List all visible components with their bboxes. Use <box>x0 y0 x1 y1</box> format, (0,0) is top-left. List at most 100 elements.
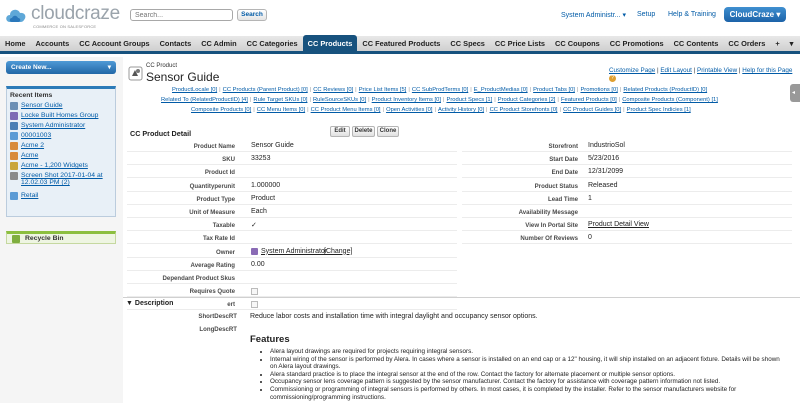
recycle-bin-link[interactable]: Recycle Bin <box>6 231 116 244</box>
description-section-header[interactable]: ▼ Description <box>123 297 800 308</box>
field-label: Quantityperunit <box>189 182 235 190</box>
related-list-link[interactable]: ProductLocale [0] <box>172 87 217 93</box>
recent-item[interactable]: Locke Built Homes Group <box>7 111 115 121</box>
related-list-link[interactable]: Product Categories [2] <box>498 97 556 103</box>
separator: | <box>249 97 252 103</box>
related-list-link[interactable]: Open Activities [0] <box>386 107 432 113</box>
clone-button[interactable]: Clone <box>377 126 399 137</box>
detail-field-requires-quote: Requires Quote <box>127 285 457 298</box>
help-training-link[interactable]: Help & Training <box>668 11 716 18</box>
create-new-button[interactable]: Create New... ▾ <box>6 61 116 74</box>
recent-item[interactable]: 00001003 <box>7 131 115 141</box>
related-list-link[interactable]: CC Product Storefronts [0] <box>490 107 558 113</box>
tab-cc-products[interactable]: CC Products <box>302 34 358 53</box>
related-list-link[interactable]: CC Products (Parent Product) [0] <box>223 87 308 93</box>
user-menu[interactable]: System Administr... ▾ <box>561 11 626 19</box>
related-list-link[interactable]: CC Reviews [0] <box>313 87 353 93</box>
related-list-link[interactable]: Rule Target SKUs [0] <box>253 97 307 103</box>
related-list-link[interactable]: Related To (RelatedProductID) [4] <box>161 97 248 103</box>
related-list-link[interactable]: CC Menu Items [0] <box>257 107 305 113</box>
separator: | <box>486 107 488 113</box>
separator: | <box>619 87 622 93</box>
related-list-link[interactable]: Activity History [0] <box>438 107 484 113</box>
app-switcher-button[interactable]: CloudCraze ▾ <box>724 7 786 22</box>
detail-field-product-id: Product Id <box>127 166 457 179</box>
separator: | <box>470 87 472 93</box>
tab-accounts[interactable]: Accounts <box>31 35 75 53</box>
tab-cc-contents[interactable]: CC Contents <box>669 35 724 53</box>
printable-view-link[interactable]: Printable View <box>697 67 737 74</box>
related-list-link[interactable]: CC Product Guides [0] <box>563 107 621 113</box>
separator: | <box>494 97 496 103</box>
related-list-link[interactable]: CC SubProdTerms [0] <box>412 87 468 93</box>
customize-page-link[interactable]: Customize Page <box>609 67 655 74</box>
related-list-link[interactable]: Product Specs [1] <box>446 97 492 103</box>
recent-item[interactable]: Retail <box>7 191 115 201</box>
related-list-link[interactable]: Promotions [0] <box>580 87 617 93</box>
tab-cc-coupons[interactable]: CC Coupons <box>550 35 605 53</box>
recent-item[interactable]: Acme 2 <box>7 141 115 151</box>
sidebar-toggle-handle[interactable]: ◂ <box>790 84 800 102</box>
recent-item-label: Retail <box>21 192 39 199</box>
tab-home[interactable]: Home <box>0 35 31 53</box>
separator: | <box>253 107 255 113</box>
setup-link[interactable]: Setup <box>637 11 655 18</box>
recent-item[interactable]: Acme - 1,200 Widgets <box>7 161 115 171</box>
help-page-link[interactable]: Help for this Page <box>742 67 792 74</box>
search-button[interactable]: Search <box>237 9 267 21</box>
recycle-bin-icon <box>12 235 20 243</box>
help-icon[interactable]: ? <box>609 75 616 82</box>
portal-view-link[interactable]: Product Detail View <box>588 221 649 228</box>
related-list-link[interactable]: Composite Products (Component) [1] <box>622 97 718 103</box>
tab-cc-featured-products[interactable]: CC Featured Products <box>357 35 445 53</box>
field-label: Storefront <box>548 143 578 150</box>
detail-field-start-date: Start Date 5/23/2016 <box>462 153 792 166</box>
tab-cc-categories[interactable]: CC Categories <box>242 35 303 53</box>
field-label: Product Name <box>193 143 235 150</box>
edit-layout-link[interactable]: Edit Layout <box>660 67 692 74</box>
separator: | <box>529 87 532 93</box>
field-value: Each <box>251 208 267 215</box>
detail-field-view-in-portal-site: View In Portal Site Product Detail View <box>462 219 792 232</box>
related-list-link[interactable]: CC Product Menu Items [0] <box>311 107 381 113</box>
related-list-link[interactable]: Price List Items [5] <box>359 87 407 93</box>
recent-item[interactable]: Acme <box>7 151 115 161</box>
logo-tagline: COMMERCE ON SALESFORCE <box>33 24 97 29</box>
detail-field-number-of-reviews: Number Of Reviews 0 <box>462 232 792 245</box>
tab-add[interactable]: + <box>770 35 784 53</box>
related-list-link[interactable]: Composite Products [0] <box>191 107 251 113</box>
delete-button[interactable]: Delete <box>352 126 375 137</box>
recent-item[interactable]: Sensor Guide <box>7 101 115 111</box>
related-list-link[interactable]: Featured Products [0] <box>561 97 617 103</box>
logo-wordmark: cloudcraze <box>31 3 120 24</box>
field-value: 0 <box>588 234 592 242</box>
detail-field-owner: Owner System Administrator [Change] <box>127 246 457 258</box>
short-desc-label: ShortDescRT <box>198 313 237 320</box>
related-list-link[interactable]: Related Products (ProductID) [0] <box>623 87 707 93</box>
recent-item[interactable]: Screen Shot 2017-01-04 at 12.02.03 PM (2… <box>7 171 115 191</box>
cloudcraze-logo[interactable]: cloudcraze COMMERCE ON SALESFORCE <box>4 4 120 29</box>
tab-more[interactable]: ▾ <box>785 35 799 53</box>
edit-button[interactable]: Edit <box>330 126 350 137</box>
related-list-link[interactable]: Product Spec Indicies [1] <box>627 107 691 113</box>
tab-cc-account-groups[interactable]: CC Account Groups <box>74 35 154 53</box>
separator: | <box>559 107 562 113</box>
tab-cc-price-lists[interactable]: CC Price Lists <box>490 35 550 53</box>
feature-item: Internal wiring of the sensor is perform… <box>270 356 782 371</box>
recent-item[interactable]: System Administrator <box>7 121 115 131</box>
record-type-icon <box>10 102 18 110</box>
field-value: Released <box>588 181 618 189</box>
global-search-input[interactable] <box>130 9 233 21</box>
tab-cc-specs[interactable]: CC Specs <box>445 35 490 53</box>
global-header: cloudcraze COMMERCE ON SALESFORCE Search… <box>0 0 800 35</box>
tab-cc-admin[interactable]: CC Admin <box>196 35 241 53</box>
tab-cc-orders[interactable]: CC Orders <box>723 35 770 53</box>
owner-link[interactable]: System Administrator <box>261 248 327 255</box>
related-list-link[interactable]: E_ProductMedias [0] <box>474 87 528 93</box>
related-list-link[interactable]: RuleSourceSKUs [0] <box>313 97 366 103</box>
related-list-link[interactable]: Product Inventory Items [0] <box>372 97 441 103</box>
tab-contacts[interactable]: Contacts <box>155 35 197 53</box>
related-list-link[interactable]: Product Tabs [0] <box>533 87 575 93</box>
tab-cc-promotions[interactable]: CC Promotions <box>605 35 669 53</box>
change-owner-link[interactable]: [Change] <box>324 248 352 255</box>
